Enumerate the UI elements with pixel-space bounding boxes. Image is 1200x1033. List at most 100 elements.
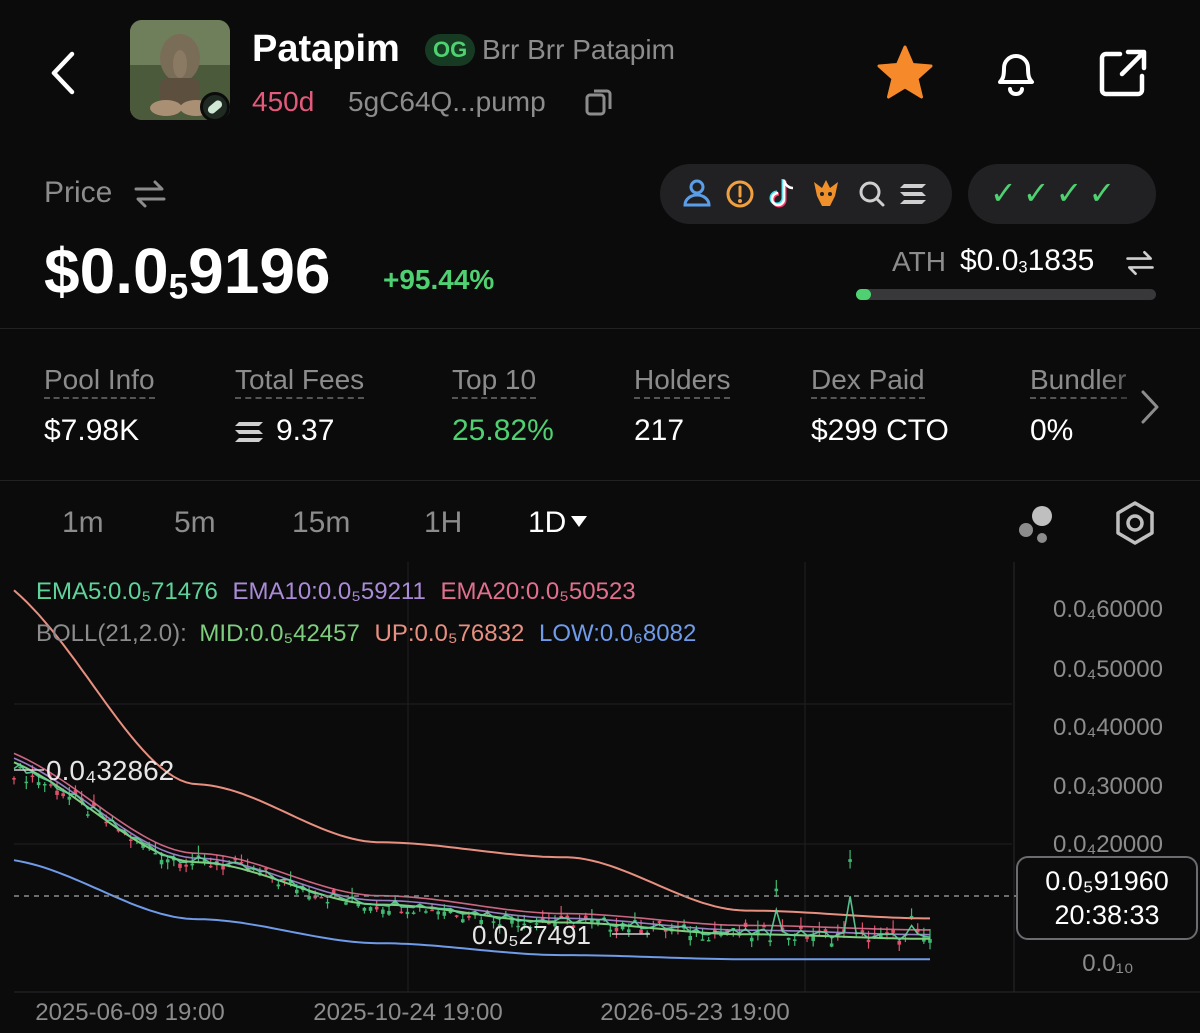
alert-icon[interactable] <box>726 180 754 208</box>
search-icon[interactable] <box>859 181 885 207</box>
contract-address[interactable]: 5gC64Q...pump <box>348 86 546 118</box>
candle-body <box>700 939 705 941</box>
stat-holders-value: 217 <box>634 414 685 447</box>
candle-body <box>325 901 330 904</box>
x-axis-label: 2025-10-24 19:00 <box>313 999 503 1026</box>
candle-body <box>430 909 434 912</box>
price-change: +95.44% <box>383 264 495 295</box>
y-axis-label: 0.0₄20000 <box>1053 831 1163 858</box>
chevron-right-icon[interactable] <box>1138 388 1162 426</box>
timeframe-5m[interactable]: 5m <box>174 506 216 540</box>
favorite-star-icon[interactable] <box>876 44 934 102</box>
y-axis-label: 0.0₄60000 <box>1053 596 1163 623</box>
tiktok-icon[interactable] <box>769 179 794 208</box>
swap-icon[interactable] <box>1124 248 1156 278</box>
og-badge: OG <box>425 34 476 66</box>
candle-body <box>454 915 459 917</box>
candle-body <box>768 940 772 943</box>
stat-holders-label[interactable]: Holders <box>634 364 731 399</box>
bell-icon[interactable] <box>988 44 1044 100</box>
legend-row-boll: BOLL(21,2.0): MID:0.0₅42457 UP:0.0₅76832… <box>36 620 696 648</box>
divider <box>0 328 1200 329</box>
divider <box>0 480 1200 481</box>
candle-body <box>688 935 693 941</box>
ath-progress-fill <box>856 289 871 300</box>
candle-body <box>85 814 90 816</box>
pill-badge-icon <box>200 92 230 122</box>
stat-pool-info-label[interactable]: Pool Info <box>44 364 155 399</box>
swap-icon[interactable] <box>132 178 168 210</box>
chart-low-label: 0.0₅27491 <box>472 920 591 950</box>
candle-body <box>774 888 779 892</box>
candle-body <box>657 921 662 923</box>
candle-body <box>848 859 852 862</box>
candle-body <box>706 939 711 942</box>
candle-body <box>55 790 59 795</box>
stat-pool-info-value: $7.98K <box>44 414 140 447</box>
check-icon: ✓ <box>990 175 1023 211</box>
legend-boll-up: UP:0.0₅76832 <box>374 620 525 647</box>
candle-body <box>368 907 373 911</box>
legend-boll-low: LOW:0.0₆8082 <box>538 620 697 647</box>
candle-body <box>362 907 367 911</box>
candle-body <box>184 864 188 867</box>
caret-down-icon <box>571 516 588 527</box>
stat-total-fees-label[interactable]: Total Fees <box>235 364 365 399</box>
candle-body <box>866 939 871 943</box>
share-icon[interactable] <box>1096 46 1150 100</box>
y-axis-label: 0.0₄30000 <box>1053 773 1163 800</box>
candle-body <box>608 929 613 932</box>
chart-high-label: 0.0₄32862 <box>46 755 174 786</box>
candle-body <box>411 912 416 914</box>
timeframe-1m[interactable]: 1m <box>62 506 104 540</box>
candle-body <box>460 919 465 923</box>
candle-body <box>811 936 815 941</box>
user-icon[interactable] <box>683 179 711 207</box>
candle-body <box>153 852 158 855</box>
candle-body <box>891 929 895 933</box>
candle-body <box>626 929 631 933</box>
candle-body <box>129 839 133 841</box>
check-icon: ✓ <box>1088 175 1122 211</box>
x-axis-label: 2025-06-09 19:00 <box>35 999 225 1026</box>
stat-top10-label[interactable]: Top 10 <box>452 364 537 399</box>
candle-body <box>792 939 797 941</box>
timeframe-1h[interactable]: 1H <box>424 506 462 540</box>
checks-pill[interactable]: ✓✓✓✓ <box>968 164 1156 224</box>
back-arrow-icon[interactable] <box>40 48 90 98</box>
candle-body <box>614 927 619 932</box>
candle-body <box>405 911 410 915</box>
current-price: $0.059196 <box>44 235 331 307</box>
candle-body <box>30 775 35 778</box>
candle-body <box>381 909 385 914</box>
candle-body <box>860 930 865 933</box>
current-price-marker: 0.0₅91960 <box>1045 866 1169 896</box>
ath-label: ATH <box>892 246 946 277</box>
copy-icon[interactable] <box>583 86 615 118</box>
candle-body <box>374 906 379 910</box>
timeframe-15m[interactable]: 15m <box>292 506 350 540</box>
check-icon: ✓ <box>1055 175 1089 211</box>
y-axis-label: 0.0₄50000 <box>1053 656 1163 683</box>
candle-body <box>749 937 754 942</box>
indicators-icon[interactable] <box>1014 502 1058 546</box>
timeframe-1d[interactable]: 1D <box>528 506 588 540</box>
candle-body <box>36 782 41 786</box>
candle-body <box>639 929 643 934</box>
stat-dex-paid-value: $299 CTO <box>811 414 949 447</box>
settings-gear-icon[interactable] <box>1112 500 1158 546</box>
stat-top10-value: 25.82% <box>452 414 554 447</box>
candle-body <box>424 911 428 913</box>
legend-row-ema: EMA5:0.0₅71476 EMA10:0.0₅59211 EMA20:0.0… <box>36 578 636 606</box>
stat-dex-paid-label[interactable]: Dex Paid <box>811 364 925 399</box>
check-icon: ✓ <box>1022 175 1056 211</box>
candle-body <box>159 859 164 865</box>
social-links-pill <box>660 164 952 224</box>
candle-body <box>165 859 170 863</box>
solana-icon[interactable] <box>900 184 926 204</box>
candle-body <box>24 781 29 784</box>
candle-body <box>294 889 299 894</box>
candle-body <box>399 911 404 914</box>
eagle-icon[interactable] <box>814 180 838 206</box>
token-name: Patapim <box>252 28 400 70</box>
